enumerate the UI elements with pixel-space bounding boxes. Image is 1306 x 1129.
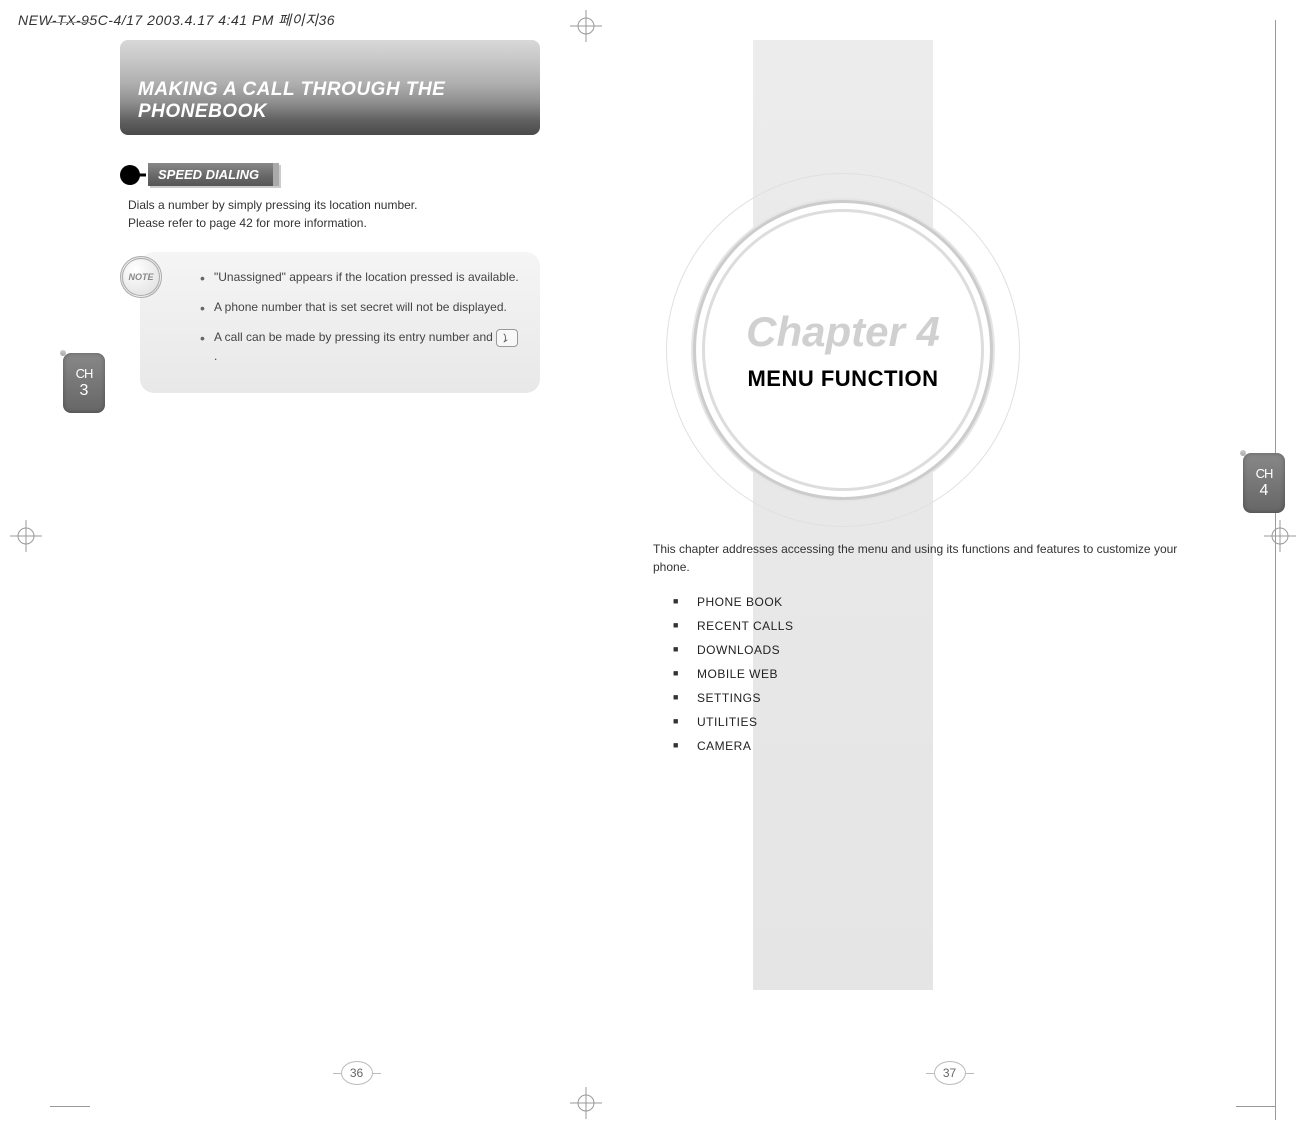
page-number-badge: 37 <box>934 1061 966 1085</box>
chapter-tab-letters: CH <box>76 367 93 380</box>
note-badge-icon: NOTE <box>120 256 162 298</box>
chapter-tab-number: 3 <box>80 382 89 400</box>
chapter-name: MENU FUNCTION <box>747 366 938 392</box>
chapter-toc-list: PHONE BOOK RECENT CALLS DOWNLOADS MOBILE… <box>673 590 793 758</box>
page-number-badge: 36 <box>341 1061 373 1085</box>
note-item: A phone number that is set secret will n… <box>200 298 520 316</box>
section-label: SPEED DIALING <box>148 163 279 186</box>
chapter-number-title: Chapter 4 <box>746 308 940 356</box>
page-number-right: 37 <box>934 1061 966 1085</box>
toc-item: DOWNLOADS <box>673 638 793 662</box>
left-page: CH 3 MAKING A CALL THROUGH THE PHONEBOOK… <box>60 20 653 1109</box>
chapter-tab-left: CH 3 <box>60 350 66 356</box>
page-title: MAKING A CALL THROUGH THE PHONEBOOK <box>138 79 522 123</box>
note-item-tail: . <box>214 349 217 363</box>
toc-item: MOBILE WEB <box>673 662 793 686</box>
page-title-banner: MAKING A CALL THROUGH THE PHONEBOOK <box>120 40 540 135</box>
toc-item: PHONE BOOK <box>673 590 793 614</box>
chapter-tab-right: CH 4 <box>1240 450 1246 456</box>
note-item: A call can be made by pressing its entry… <box>200 328 520 365</box>
page-number-left: 36 <box>341 1061 373 1085</box>
chapter-intro-text: This chapter addresses accessing the men… <box>653 540 1186 576</box>
note-item-text: A call can be made by pressing its entry… <box>214 330 493 344</box>
send-key-icon <box>496 329 518 347</box>
desc-line: Please refer to page 42 for more informa… <box>128 214 613 232</box>
note-callout: NOTE "Unassigned" appears if the locatio… <box>140 252 540 393</box>
page-spread: CH 3 MAKING A CALL THROUGH THE PHONEBOOK… <box>60 20 1246 1109</box>
toc-item: UTILITIES <box>673 710 793 734</box>
note-item: "Unassigned" appears if the location pre… <box>200 268 520 286</box>
registration-mark-icon <box>10 520 42 552</box>
chapter-tab-letters: CH <box>1256 467 1273 480</box>
registration-mark-icon <box>1264 520 1296 552</box>
section-description: Dials a number by simply pressing its lo… <box>128 196 613 232</box>
desc-line: Dials a number by simply pressing its lo… <box>128 196 613 214</box>
toc-item: CAMERA <box>673 734 793 758</box>
bullet-circle-icon <box>120 165 140 185</box>
chapter-title-circle: Chapter 4 MENU FUNCTION <box>693 200 993 500</box>
right-page: CH 4 Chapter 4 MENU FUNCTION This chapte… <box>653 20 1246 1109</box>
toc-item: SETTINGS <box>673 686 793 710</box>
chapter-tab-number: 4 <box>1260 482 1269 500</box>
toc-item: RECENT CALLS <box>673 614 793 638</box>
section-heading: SPEED DIALING <box>120 163 613 186</box>
crop-guide-line <box>1275 20 1276 1120</box>
